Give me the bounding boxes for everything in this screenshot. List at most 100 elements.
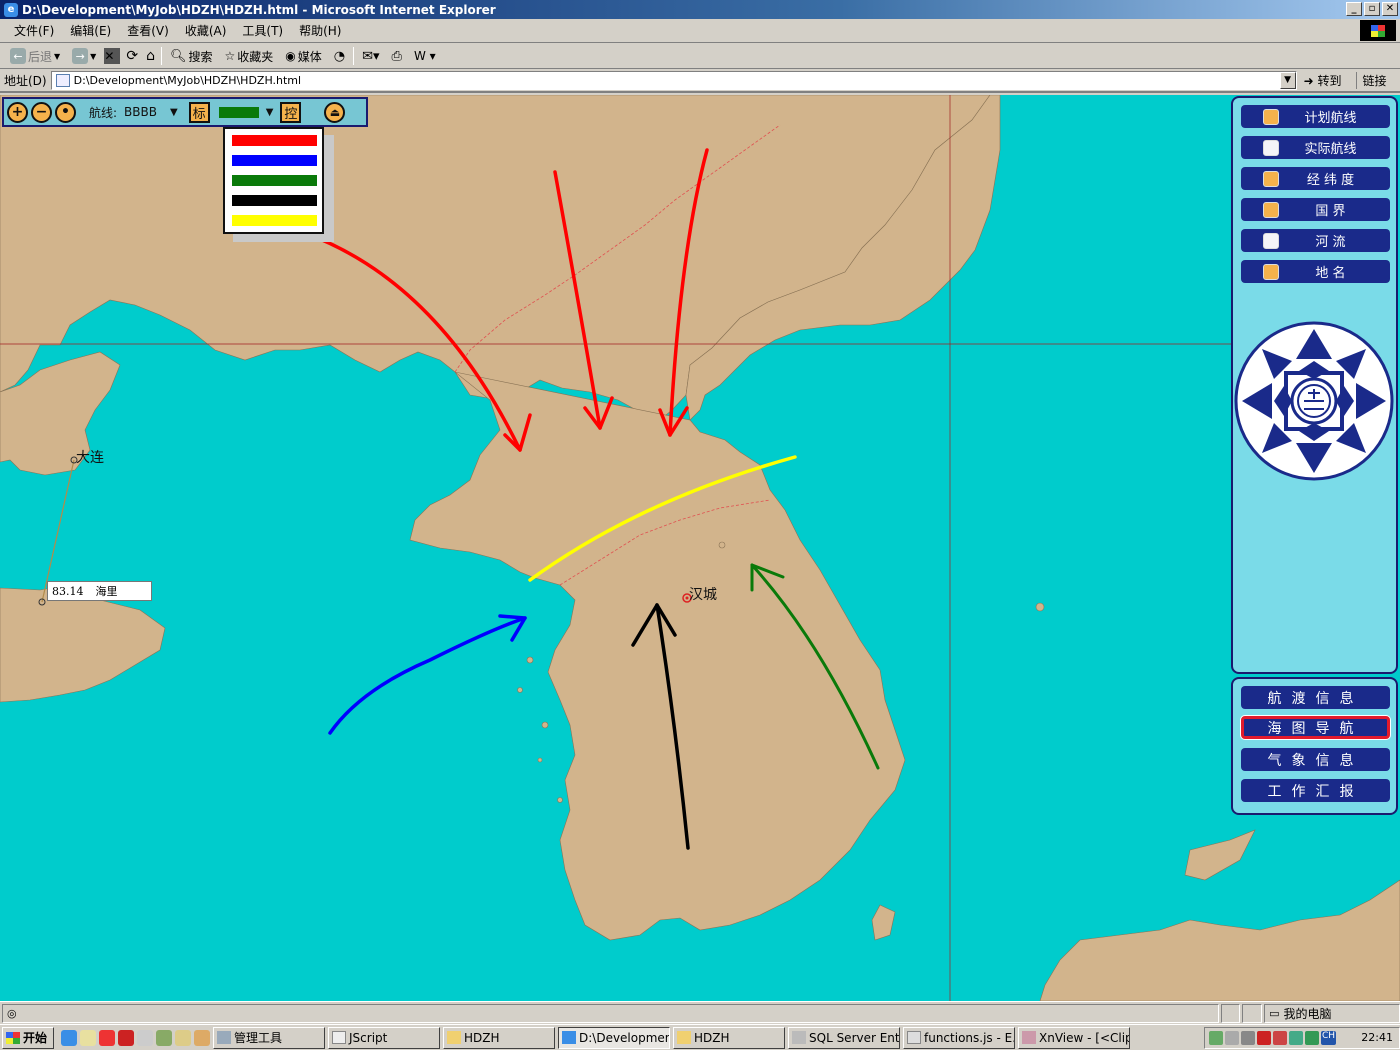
desktop-quicklaunch-icon[interactable] — [80, 1029, 96, 1046]
history-icon[interactable]: ◔ — [330, 49, 349, 64]
color-dropdown-icon[interactable]: ▼ — [266, 107, 274, 118]
menu-edit[interactable]: 编辑(E) — [62, 22, 119, 39]
layer-checkbox[interactable] — [1263, 108, 1279, 125]
map-drawing — [0, 95, 1400, 1001]
color-select-swatch[interactable] — [218, 106, 259, 118]
layer-checkbox[interactable] — [1263, 232, 1279, 249]
back-arrow-icon: ← — [10, 48, 26, 64]
nav-weather-info[interactable]: 气象信息 — [1241, 748, 1390, 771]
app-quicklaunch-icon[interactable] — [99, 1029, 115, 1046]
color-option-blue[interactable] — [232, 155, 317, 166]
clock: 22:41 — [1361, 1031, 1393, 1044]
taskbar-item[interactable]: 管理工具 — [213, 1026, 325, 1049]
tray-icon[interactable] — [1305, 1030, 1319, 1045]
refresh-icon[interactable]: ⟳ — [124, 48, 140, 64]
page-done-icon: ◎ — [7, 1006, 17, 1020]
menu-view[interactable]: 查看(V) — [119, 22, 177, 39]
tray-icon[interactable] — [1257, 1030, 1271, 1045]
window-title-bar[interactable]: e D:\Development\MyJob\HDZH\HDZH.html - … — [0, 0, 1400, 19]
tray-icon[interactable] — [1225, 1030, 1239, 1045]
stop-icon[interactable]: ✕ — [104, 48, 121, 64]
restore-button[interactable]: ▫ — [1364, 2, 1380, 16]
app-quicklaunch-icon[interactable] — [175, 1029, 191, 1046]
layer-checkbox[interactable] — [1263, 201, 1279, 218]
tray-icon[interactable] — [1289, 1030, 1303, 1045]
menu-favorites[interactable]: 收藏(A) — [177, 22, 235, 39]
back-button[interactable]: ← 后退 ▼ — [6, 48, 64, 65]
menu-file[interactable]: 文件(F) — [6, 22, 62, 39]
layer-actual-route[interactable]: 实际航线 — [1241, 136, 1390, 159]
route-dropdown-icon[interactable]: ▼ — [170, 107, 178, 118]
control-button[interactable]: 控 — [280, 101, 302, 123]
start-button[interactable]: 开始 — [2, 1026, 54, 1049]
zoom-out-button[interactable]: − — [31, 101, 52, 123]
color-option-red[interactable] — [232, 135, 317, 146]
address-dropdown-button[interactable]: ▼ — [1279, 71, 1296, 89]
taskbar-item[interactable]: functions.js - E... — [903, 1026, 1015, 1049]
route-select-value[interactable]: BBBB — [124, 105, 157, 119]
close-button[interactable]: ✕ — [1382, 2, 1398, 16]
ie-quicklaunch-icon[interactable] — [61, 1029, 77, 1046]
layer-checkbox[interactable] — [1263, 139, 1279, 156]
taskbar-item[interactable]: HDZH — [673, 1026, 785, 1049]
taskbar-item[interactable]: SQL Server Ent... — [788, 1026, 900, 1049]
nav-work-report[interactable]: 工作汇报 — [1241, 779, 1390, 802]
layer-planned-route[interactable]: 计划航线 — [1241, 105, 1390, 128]
color-option-black[interactable] — [232, 195, 317, 206]
app-quicklaunch-icon[interactable] — [156, 1029, 172, 1046]
taskbar-item[interactable]: D:\Developmen... — [558, 1026, 670, 1049]
layer-borders[interactable]: 国 界 — [1241, 198, 1390, 221]
ime-indicator[interactable]: CH — [1321, 1030, 1337, 1045]
pan-compass-control[interactable] — [1234, 321, 1394, 481]
taskbar-item[interactable]: JScript — [328, 1026, 440, 1049]
color-option-yellow[interactable] — [232, 215, 317, 226]
layer-checkbox[interactable] — [1263, 263, 1279, 280]
home-icon[interactable]: ⌂ — [144, 48, 157, 64]
mark-button[interactable]: 标 — [188, 101, 210, 123]
favorites-button[interactable]: ☆ 收藏夹 — [220, 48, 277, 65]
folder-icon — [447, 1031, 461, 1044]
links-button[interactable]: 链接 — [1355, 71, 1387, 89]
tools-icon — [217, 1031, 231, 1044]
mail-icon[interactable]: ✉▾ — [358, 49, 383, 64]
edit-icon[interactable]: W ▾ — [410, 49, 440, 63]
layer-graticule[interactable]: 经 纬 度 — [1241, 167, 1390, 190]
address-input[interactable]: D:\Development\MyJob\HDZH\HDZH.html — [50, 70, 1297, 90]
land-layer — [0, 95, 1400, 1001]
land-japan — [1039, 879, 1400, 1001]
taskbar-item[interactable]: XnView - [<Clip... — [1018, 1026, 1130, 1049]
app-quicklaunch-icon[interactable] — [194, 1029, 210, 1046]
distance-value: 83.14 — [52, 584, 84, 598]
forward-button[interactable]: → ▼ — [68, 48, 100, 64]
land-mainland — [0, 95, 991, 421]
menu-tools[interactable]: 工具(T) — [234, 22, 291, 39]
module-nav-panel: 航渡信息 海图导航 气象信息 工作汇报 — [1231, 677, 1398, 815]
center-button[interactable]: • — [55, 101, 76, 123]
color-option-green[interactable] — [232, 175, 317, 186]
back-label: 后退 — [28, 49, 53, 64]
eject-icon[interactable]: ⏏ — [324, 101, 346, 123]
map-canvas[interactable]: 大连 汉城 83.14 海里 — [0, 95, 1400, 1001]
search-button[interactable]: 🔍︎ 搜索 — [166, 48, 217, 65]
menu-help[interactable]: 帮助(H) — [291, 22, 349, 39]
tray-icon[interactable] — [1209, 1030, 1223, 1045]
layer-place-names[interactable]: 地 名 — [1241, 260, 1390, 283]
tray-icon[interactable] — [1241, 1030, 1255, 1045]
taskbar-item[interactable]: HDZH — [443, 1026, 555, 1049]
favorites-label: 收藏夹 — [237, 49, 274, 64]
tray-icon[interactable] — [1273, 1030, 1287, 1045]
layer-checkbox[interactable] — [1263, 170, 1279, 187]
app-quicklaunch-icon[interactable] — [118, 1029, 134, 1046]
land-tsushima — [871, 904, 896, 941]
app-quicklaunch-icon[interactable] — [137, 1029, 153, 1046]
zoom-in-button[interactable]: + — [7, 101, 28, 123]
nav-chart-navigation[interactable]: 海图导航 — [1241, 716, 1390, 739]
status-bar: ◎ ▭ 我的电脑 — [0, 1001, 1400, 1024]
nav-voyage-info[interactable]: 航渡信息 — [1241, 686, 1390, 709]
layer-rivers[interactable]: 河 流 — [1241, 229, 1390, 252]
minimize-button[interactable]: _ — [1346, 2, 1362, 16]
print-icon[interactable]: ⎙ — [388, 49, 406, 64]
media-button[interactable]: ◉ 媒体 — [281, 48, 326, 65]
go-button[interactable]: ➜ 转到 — [1304, 72, 1342, 89]
go-label: 转到 — [1317, 73, 1342, 88]
